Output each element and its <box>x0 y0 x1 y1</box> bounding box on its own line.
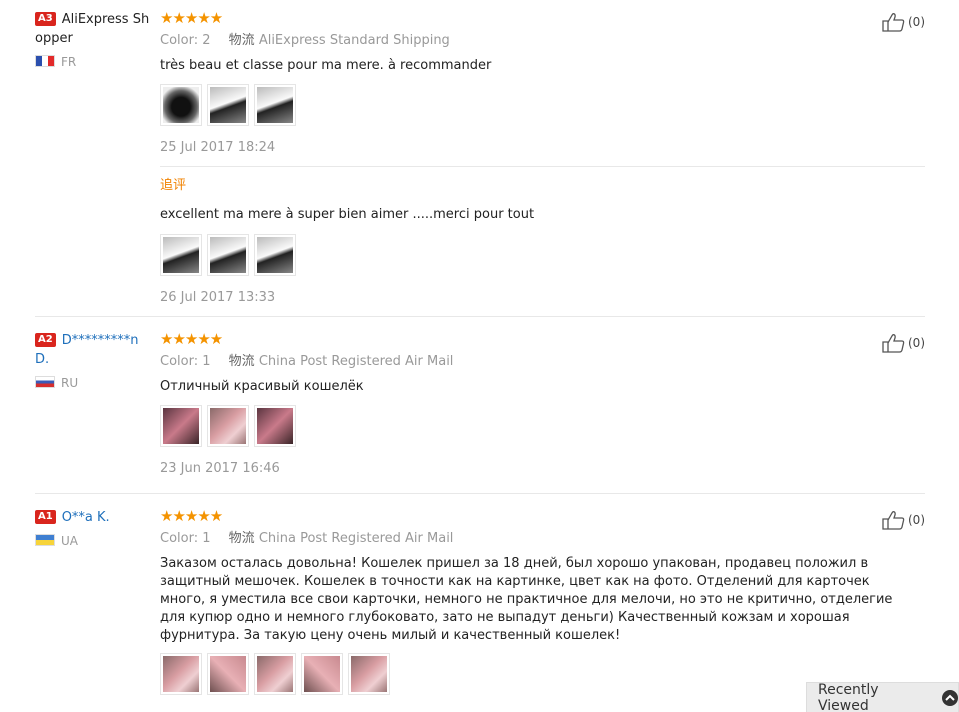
reviewer-name[interactable]: A2 D*********n D. <box>35 331 155 369</box>
helpful-count: (0) <box>908 513 925 527</box>
review-content: ★★★★★ Color: 2 物流 AliExpress Standard Sh… <box>160 10 925 156</box>
color-value: 1 <box>202 531 211 546</box>
reviewer-name-text[interactable]: O**a K. <box>62 510 110 525</box>
review-photo[interactable] <box>160 84 202 126</box>
review-date: 23 Jun 2017 16:46 <box>160 461 280 476</box>
star-rating: ★★★★★ <box>160 9 223 27</box>
review-meta: Color: 1 物流 China Post Registered Air Ma… <box>160 353 925 370</box>
divider <box>160 166 925 167</box>
review-photo[interactable] <box>254 84 296 126</box>
level-badge: A3 <box>35 12 56 26</box>
reviewer-name: A3 AliExpress Shopper <box>35 10 155 48</box>
ukraine-flag-icon <box>35 534 55 546</box>
append-date: 26 Jul 2017 13:33 <box>160 290 276 305</box>
color-label: Color: <box>160 33 199 48</box>
review-photos <box>160 84 925 126</box>
shipping-value: China Post Registered Air Mail <box>258 531 454 546</box>
review-photo[interactable] <box>348 653 390 695</box>
append-photos <box>160 234 925 276</box>
reviewer-country: UA <box>35 534 155 548</box>
review-content: ★★★★★ Color: 1 物流 China Post Registered … <box>160 331 925 477</box>
star-rating: ★★★★★ <box>160 507 223 525</box>
helpful-button[interactable]: (0) <box>882 333 925 353</box>
recently-viewed-button[interactable]: Recently Viewed <box>806 682 959 712</box>
level-badge: A2 <box>35 333 56 347</box>
reviewer-info: A3 AliExpress Shopper FR <box>35 10 155 69</box>
review-photo[interactable] <box>160 405 202 447</box>
review-text: Отличный красивый кошелёк <box>160 379 364 394</box>
color-value: 1 <box>202 354 211 369</box>
review-photos <box>160 405 925 447</box>
review-text: Заказом осталась довольна! Кошелек прише… <box>160 556 893 643</box>
review-photo[interactable] <box>254 405 296 447</box>
russia-flag-icon <box>35 376 55 388</box>
review-photo[interactable] <box>254 653 296 695</box>
thumb-up-icon <box>882 334 905 353</box>
review-photo[interactable] <box>207 405 249 447</box>
country-code: FR <box>61 55 77 69</box>
shipping-label: 物流 <box>228 354 255 369</box>
helpful-button[interactable]: (0) <box>882 12 925 32</box>
appended-review: 追评 excellent ma mere à super bien aimer … <box>160 178 925 306</box>
review-photo[interactable] <box>207 234 249 276</box>
recently-viewed-label: Recently Viewed <box>818 681 879 712</box>
color-value: 2 <box>202 33 211 48</box>
color-label: Color: <box>160 354 199 369</box>
shipping-value: AliExpress Standard Shipping <box>258 33 450 48</box>
thumb-up-icon <box>882 511 905 530</box>
divider <box>35 316 925 317</box>
review-photo[interactable] <box>301 653 343 695</box>
review-meta: Color: 2 物流 AliExpress Standard Shipping <box>160 32 925 49</box>
france-flag-icon <box>35 55 55 67</box>
reviewer-country: RU <box>35 376 155 390</box>
star-rating: ★★★★★ <box>160 330 223 348</box>
color-label: Color: <box>160 531 199 546</box>
review-photo[interactable] <box>207 653 249 695</box>
country-code: UA <box>61 534 78 548</box>
review-photo[interactable] <box>160 234 202 276</box>
reviewer-info: A2 D*********n D. RU <box>35 331 155 390</box>
helpful-count: (0) <box>908 336 925 350</box>
divider <box>35 493 925 494</box>
append-label: 追评 <box>160 178 187 193</box>
country-code: RU <box>61 376 79 390</box>
review-date: 25 Jul 2017 18:24 <box>160 140 276 155</box>
review-photo[interactable] <box>254 234 296 276</box>
review-photo[interactable] <box>207 84 249 126</box>
shipping-label: 物流 <box>228 33 255 48</box>
shipping-label: 物流 <box>228 531 255 546</box>
reviewer-info: A1 O**a K. UA <box>35 508 155 548</box>
review-text: très beau et classe pour ma mere. à reco… <box>160 58 492 73</box>
thumb-up-icon <box>882 13 905 32</box>
helpful-button[interactable]: (0) <box>882 510 925 530</box>
shipping-value: China Post Registered Air Mail <box>258 354 454 369</box>
review-meta: Color: 1 物流 China Post Registered Air Ma… <box>160 530 925 547</box>
level-badge: A1 <box>35 510 56 524</box>
reviewer-name[interactable]: A1 O**a K. <box>35 508 155 527</box>
review-photo[interactable] <box>160 653 202 695</box>
append-text: excellent ma mere à super bien aimer ...… <box>160 207 535 222</box>
review-content: ★★★★★ Color: 1 物流 China Post Registered … <box>160 508 925 695</box>
helpful-count: (0) <box>908 15 925 29</box>
chevron-up-icon <box>942 689 958 706</box>
reviewer-country: FR <box>35 55 155 69</box>
